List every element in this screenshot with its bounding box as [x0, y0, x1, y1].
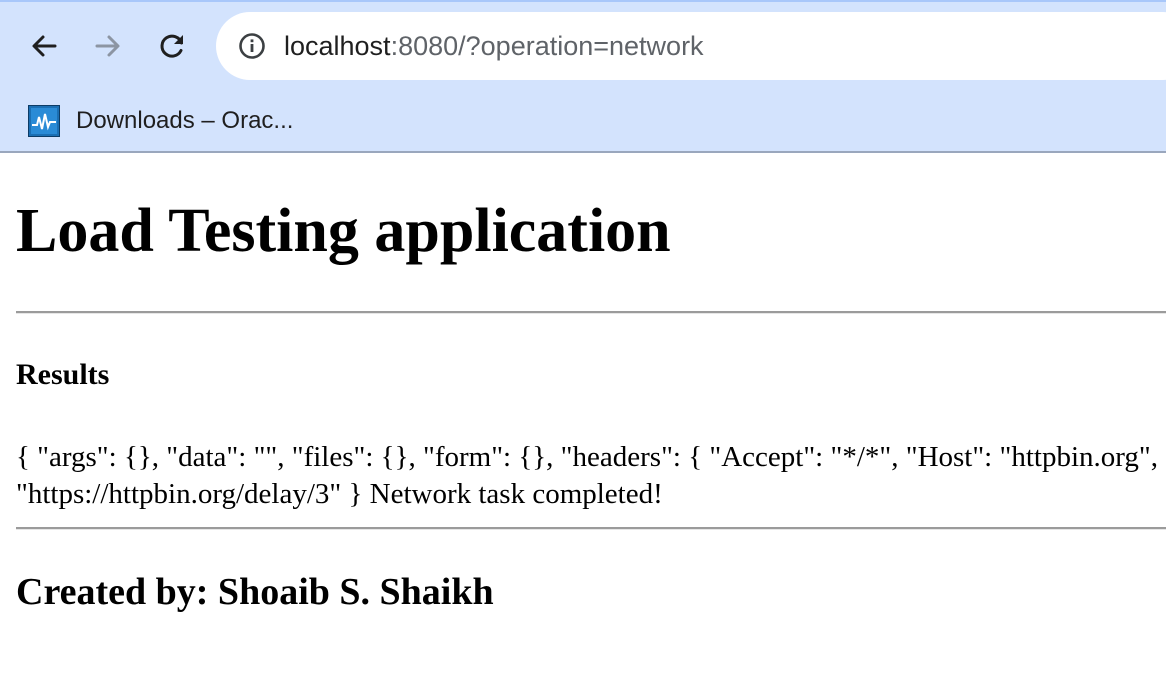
- horizontal-rule: [16, 527, 1166, 530]
- results-line: "https://httpbin.org/delay/3" } Network …: [16, 478, 663, 510]
- horizontal-rule: [16, 311, 1166, 314]
- results-heading: Results: [16, 358, 110, 391]
- browser-toolbar: localhost:8080/?operation=network: [0, 2, 1166, 90]
- forward-button[interactable]: [86, 24, 130, 68]
- url-path: :8080/?operation=network: [390, 31, 704, 61]
- bookmark-label: Downloads – Orac...: [76, 107, 294, 134]
- bookmark-downloads-oracle[interactable]: Downloads – Orac...: [22, 98, 293, 144]
- back-arrow-icon: [32, 35, 57, 57]
- bookmarks-bar: Downloads – Orac...: [0, 90, 1166, 152]
- oracle-favicon-icon: [28, 105, 60, 137]
- back-button[interactable]: [22, 24, 66, 68]
- url-host: localhost: [284, 31, 391, 61]
- page-content: Load Testing application Results { "args…: [0, 151, 1166, 684]
- browser-chrome: localhost:8080/?operation=network Downlo…: [0, 0, 1166, 153]
- info-icon[interactable]: [238, 32, 266, 60]
- results-output: { "args": {}, "data": "", "files": {}, "…: [16, 439, 1166, 513]
- page-title: Load Testing application: [16, 197, 671, 265]
- url-text[interactable]: localhost:8080/?operation=network: [284, 30, 704, 62]
- reload-button[interactable]: [150, 24, 194, 68]
- reload-icon: [160, 34, 183, 58]
- forward-arrow-icon: [95, 35, 120, 57]
- results-line: { "args": {}, "data": "", "files": {}, "…: [16, 441, 1158, 473]
- author-credits: Created by: Shoaib S. Shaikh: [16, 571, 494, 613]
- address-bar[interactable]: localhost:8080/?operation=network: [216, 12, 1166, 80]
